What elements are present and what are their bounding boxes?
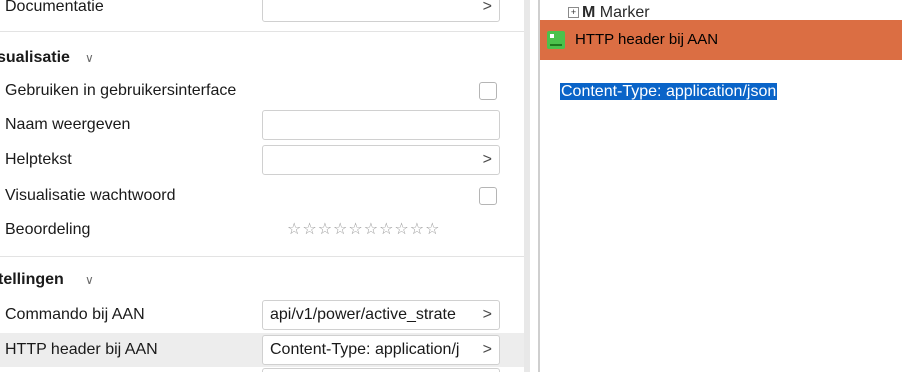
property-label: Commando bij AAN xyxy=(5,306,145,323)
property-label: Visualisatie wachtwoord xyxy=(5,187,176,204)
section-header-instellingen[interactable]: tellingen ∨ xyxy=(0,263,524,297)
section-title: sualisatie xyxy=(0,49,70,66)
tree-item-label: Marker xyxy=(599,4,650,20)
property-label: Gebruiken in gebruikersinterface xyxy=(5,82,237,99)
star-rating[interactable]: ☆☆☆☆☆☆☆☆☆☆ xyxy=(287,213,440,247)
property-row-beoordeling: Beoordeling ☆☆☆☆☆☆☆☆☆☆ xyxy=(0,213,524,247)
property-label: Helptekst xyxy=(5,151,72,168)
divider xyxy=(0,31,524,32)
panel-splitter[interactable] xyxy=(524,0,530,372)
property-row-helptekst: Helptekst > xyxy=(0,143,524,177)
commando-aan-field[interactable]: api/v1/power/active_strate > xyxy=(262,300,500,330)
naam-weergeven-field[interactable] xyxy=(262,110,500,140)
next-row-field[interactable] xyxy=(262,368,500,372)
property-label: HTTP header bij AAN xyxy=(5,341,158,358)
helptekst-field[interactable]: > xyxy=(262,145,500,175)
property-row-commando-aan: Commando bij AAN api/v1/power/active_str… xyxy=(0,298,524,332)
http-header-popup-window: HTTP header bij AAN Content-Type: applic… xyxy=(540,20,902,372)
chevron-right-icon[interactable]: > xyxy=(483,301,492,329)
documentatie-field[interactable]: > xyxy=(262,0,500,22)
field-value: Content-Type: application/j xyxy=(270,341,460,358)
gebruiken-ui-checkbox[interactable] xyxy=(479,82,497,100)
chevron-down-icon[interactable]: ∨ xyxy=(85,41,94,75)
section-header-visualisatie[interactable]: sualisatie ∨ xyxy=(0,41,524,75)
field-value: api/v1/power/active_strate xyxy=(270,306,456,323)
chevron-right-icon[interactable]: > xyxy=(483,146,492,174)
property-row-visualisatie-wachtwoord: Visualisatie wachtwoord xyxy=(0,179,524,213)
property-label: Naam weergeven xyxy=(5,116,131,133)
popup-text-area[interactable]: Content-Type: application/json xyxy=(560,82,778,102)
app-icon xyxy=(547,31,565,49)
property-row-gebruiken-ui: Gebruiken in gebruikersinterface xyxy=(0,74,524,108)
expand-icon[interactable]: + xyxy=(568,7,579,19)
chevron-right-icon[interactable]: > xyxy=(483,0,492,21)
selected-text[interactable]: Content-Type: application/json xyxy=(560,83,778,100)
property-row-naam-weergeven: Naam weergeven xyxy=(0,108,524,142)
property-row-http-header-aan[interactable]: HTTP header bij AAN Content-Type: applic… xyxy=(0,333,524,367)
window-title: HTTP header bij AAN xyxy=(575,31,719,48)
property-label: Documentatie xyxy=(5,0,104,15)
chevron-right-icon[interactable]: > xyxy=(483,336,492,364)
http-header-aan-field[interactable]: Content-Type: application/j > xyxy=(262,335,500,365)
section-title: tellingen xyxy=(0,271,64,288)
chevron-down-icon[interactable]: ∨ xyxy=(85,263,94,297)
property-label: Beoordeling xyxy=(5,221,91,238)
property-row-documentatie: Documentatie > xyxy=(0,0,524,24)
window-titlebar[interactable]: HTTP header bij AAN xyxy=(540,20,902,60)
visualisatie-wachtwoord-checkbox[interactable] xyxy=(479,187,497,205)
tree-item-marker[interactable]: + M Marker xyxy=(568,4,650,20)
tree-item-prefix: M xyxy=(582,4,596,20)
divider xyxy=(0,256,524,257)
properties-panel: Documentatie > sualisatie ∨ Gebruiken in… xyxy=(0,0,524,372)
